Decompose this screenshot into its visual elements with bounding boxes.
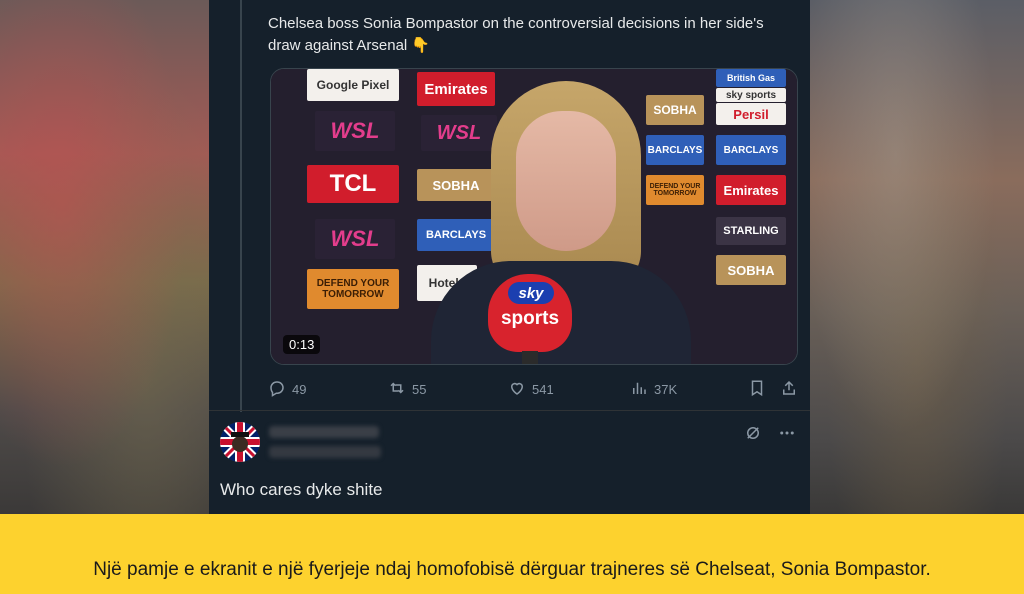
- redacted-display-name: [269, 426, 379, 438]
- bookmark-button[interactable]: [748, 379, 766, 400]
- views-button[interactable]: 37K: [630, 379, 677, 400]
- sponsor-tile: sky sports: [716, 88, 786, 102]
- reply-toolbar: [744, 424, 796, 447]
- sponsor-tile: Emirates: [716, 175, 786, 205]
- grok-icon[interactable]: [744, 424, 762, 447]
- share-button[interactable]: [780, 379, 798, 400]
- like-button[interactable]: 541: [508, 379, 554, 400]
- video-timestamp: 0:13: [283, 335, 321, 354]
- caption-text: Një pamje e ekranit e një fyerjeje ndaj …: [93, 559, 931, 580]
- sponsor-tile: STARLING: [716, 217, 786, 245]
- caption-bar: Një pamje e ekranit e një fyerjeje ndaj …: [0, 514, 1024, 594]
- share-icon: [780, 379, 798, 400]
- avatar[interactable]: [220, 422, 260, 462]
- sponsor-tile: WSL: [315, 111, 395, 151]
- tweet-panel: Chelsea boss Sonia Bompastor on the cont…: [209, 0, 810, 514]
- sponsor-tile: SOBHA: [716, 255, 786, 285]
- blurred-background-left: [0, 0, 209, 514]
- sponsor-tile: BARCLAYS: [716, 135, 786, 165]
- interviewee: sky sports: [421, 81, 691, 364]
- thread-line: [240, 0, 242, 412]
- repost-button[interactable]: 55: [388, 379, 426, 400]
- mic-brand-sky: sky: [508, 282, 554, 304]
- reply-button[interactable]: 49: [268, 379, 306, 400]
- sponsor-tile: British Gas: [716, 69, 786, 87]
- tweet-video[interactable]: Google Pixel Emirates WSL WSL SOBHA Brit…: [270, 68, 798, 365]
- tweet-text: Chelsea boss Sonia Bompastor on the cont…: [268, 15, 764, 54]
- reply-count: 49: [292, 381, 307, 397]
- reply-text: Who cares dyke shite: [220, 480, 383, 499]
- repost-count: 55: [412, 381, 427, 397]
- bookmark-icon: [748, 379, 766, 400]
- analytics-icon: [630, 379, 648, 400]
- mic-brand-sports: sports: [500, 308, 560, 329]
- sponsor-tile: Persil: [716, 103, 786, 125]
- divider: [209, 410, 810, 411]
- sponsor-tile: WSL: [315, 219, 395, 259]
- redacted-username: [269, 446, 381, 458]
- sponsor-tile: Google Pixel: [307, 69, 399, 101]
- sponsor-tile: DEFEND YOUR TOMORROW: [307, 269, 399, 309]
- views-count: 37K: [654, 381, 678, 397]
- like-count: 541: [532, 381, 554, 397]
- tweet-actions: 49 55 541 37K: [268, 378, 800, 400]
- more-options-icon[interactable]: [778, 424, 796, 447]
- blurred-background-right: [810, 0, 1024, 514]
- sponsor-tile: TCL: [307, 165, 399, 203]
- repost-icon: [388, 379, 406, 400]
- heart-icon: [508, 379, 526, 400]
- reply-icon: [268, 379, 286, 400]
- microphone: sky sports: [488, 274, 572, 352]
